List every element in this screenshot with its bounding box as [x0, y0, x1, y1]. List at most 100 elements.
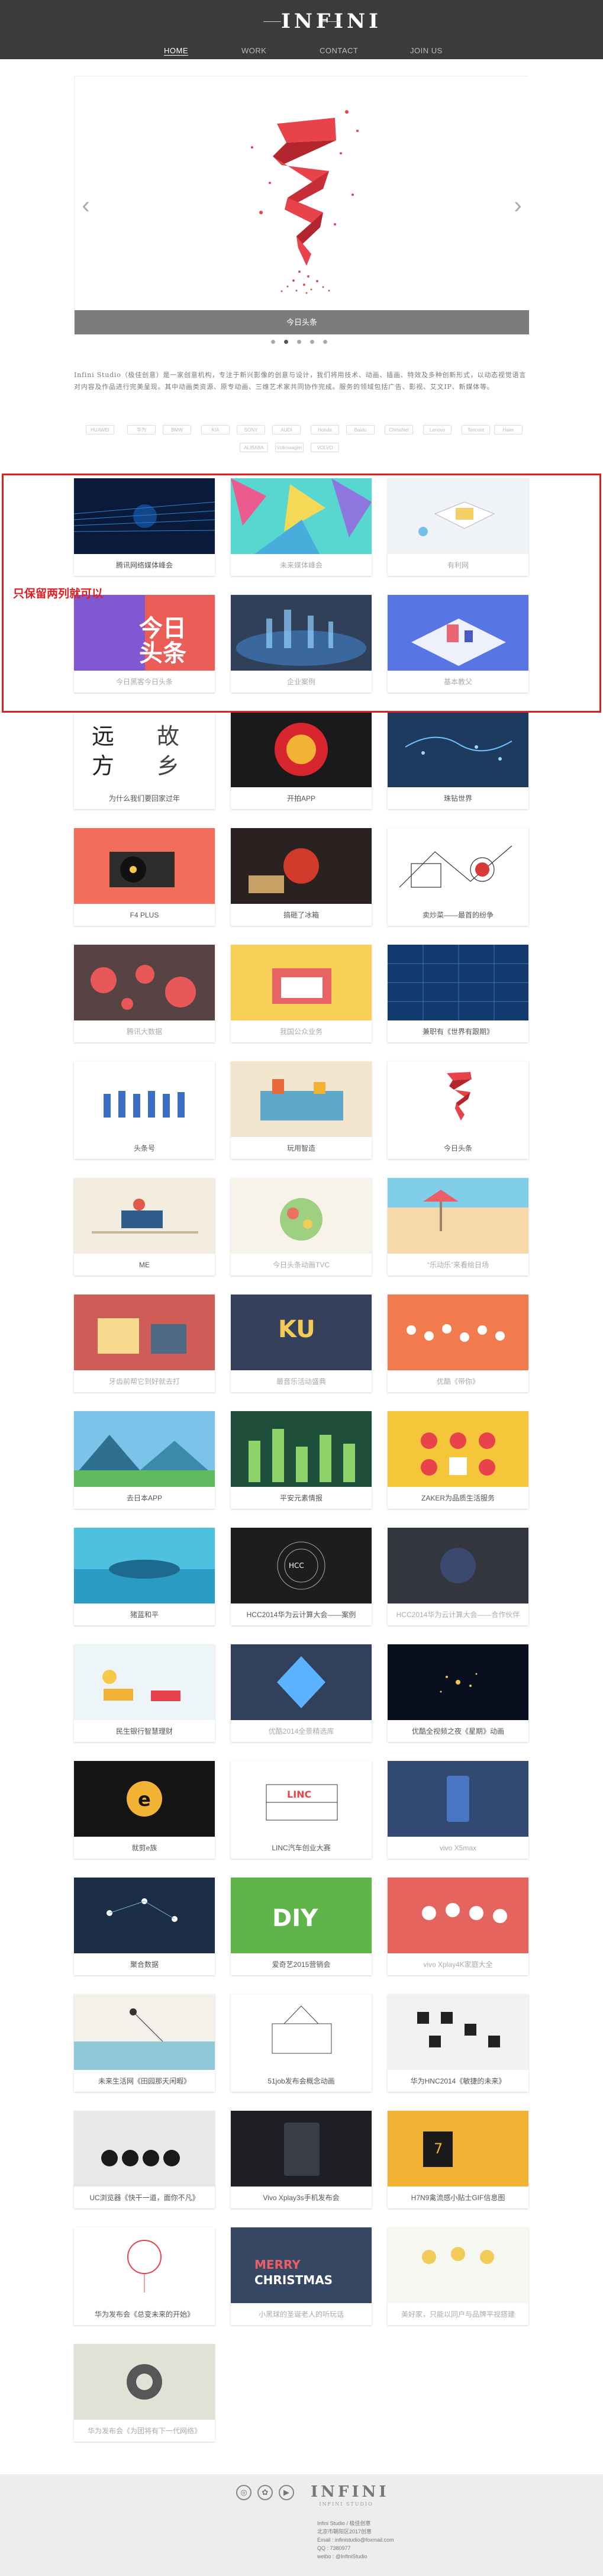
work-title[interactable]: 牙齿前帮它到好就去打	[74, 1374, 215, 1389]
work-item[interactable]: vivo Xplay4K家庭大全	[388, 1878, 528, 1975]
work-title[interactable]: 玩用智造	[231, 1141, 372, 1155]
work-item[interactable]: “乐动乐”来看绘日场	[388, 1178, 528, 1276]
work-thumbnail[interactable]	[388, 1178, 528, 1254]
work-thumbnail[interactable]	[231, 2111, 372, 2187]
work-item[interactable]: 基本教父	[388, 595, 528, 693]
work-item[interactable]: 华为HNC2014《敏捷的未来》	[388, 1994, 528, 2092]
work-item[interactable]: 珠钻世界	[388, 711, 528, 809]
work-thumbnail[interactable]	[74, 1644, 215, 1720]
work-thumbnail[interactable]	[388, 1644, 528, 1720]
work-title[interactable]: 猪蓝和平	[74, 1608, 215, 1622]
work-title[interactable]: UC浏览器《快干一道，面你不凡》	[74, 2191, 215, 2205]
work-title[interactable]: 兼职有《世界有跟期》	[388, 1025, 528, 1039]
work-item[interactable]: 优酷2014全景精选库	[231, 1644, 372, 1742]
work-thumbnail[interactable]: e	[74, 1761, 215, 1837]
work-item[interactable]: LINC LINC汽车创业大赛	[231, 1761, 372, 1859]
work-thumbnail[interactable]	[74, 2344, 215, 2420]
work-thumbnail[interactable]	[231, 1061, 372, 1137]
work-item[interactable]: HCC HCC2014华为云计算大会——案例	[231, 1528, 372, 1625]
work-thumbnail[interactable]	[74, 478, 215, 554]
work-title[interactable]: 珠钻世界	[388, 791, 528, 806]
work-title[interactable]: 开拍APP	[231, 791, 372, 806]
nav-home[interactable]: HOME	[164, 46, 188, 56]
work-item[interactable]: 平安元素情报	[231, 1411, 372, 1509]
work-item[interactable]: KU 最音乐活动盛典	[231, 1295, 372, 1392]
slider-dot[interactable]	[323, 340, 327, 344]
work-item[interactable]: 腾讯网络媒体峰会	[74, 478, 215, 576]
work-item[interactable]: 今日头条动画TVC	[231, 1178, 372, 1276]
work-item[interactable]: 企业案例	[231, 595, 372, 693]
work-thumbnail[interactable]: 7	[388, 2111, 528, 2187]
work-thumbnail[interactable]	[74, 1411, 215, 1487]
work-thumbnail[interactable]	[388, 595, 528, 671]
work-thumbnail[interactable]	[231, 945, 372, 1020]
work-title[interactable]: 今日头条动画TVC	[231, 1258, 372, 1272]
work-item[interactable]: F4 PLUS	[74, 828, 215, 926]
work-thumbnail[interactable]	[231, 595, 372, 671]
work-title[interactable]: 华为发布会《为团将有下一代网络》	[74, 2424, 215, 2438]
work-thumbnail[interactable]	[388, 478, 528, 554]
work-item[interactable]: ME	[74, 1178, 215, 1276]
nav-join-us[interactable]: JOIN US	[410, 46, 443, 55]
work-item[interactable]: 今日头条	[388, 1061, 528, 1159]
work-thumbnail[interactable]	[74, 828, 215, 904]
work-title[interactable]: 华为发布会《总变未来的开始》	[74, 2307, 215, 2321]
work-thumbnail[interactable]	[388, 828, 528, 904]
slider-next-arrow-icon[interactable]: ›	[511, 191, 524, 220]
work-item[interactable]: 腾讯大数据	[74, 945, 215, 1042]
slider-dot[interactable]	[310, 340, 314, 344]
work-title[interactable]: 最音乐活动盛典	[231, 1374, 372, 1389]
site-logo[interactable]: INFINI	[263, 6, 378, 39]
work-title[interactable]: 小黑球的圣诞老人的听玩话	[231, 2307, 372, 2321]
work-item[interactable]: 远方 故乡为什么我们要回家过年	[74, 711, 215, 809]
work-item[interactable]: 搞砸了冰箱	[231, 828, 372, 926]
work-title[interactable]: 为什么我们要回家过年	[74, 791, 215, 806]
work-item[interactable]: 去日本APP	[74, 1411, 215, 1509]
work-thumbnail[interactable]	[231, 1644, 372, 1720]
slider-prev-arrow-icon[interactable]: ‹	[79, 191, 92, 220]
work-item[interactable]: UC浏览器《快干一道，面你不凡》	[74, 2111, 215, 2208]
work-title[interactable]: 今日黑客今日头条	[74, 675, 215, 689]
work-title[interactable]: 卖炒菜——最首的纷争	[388, 908, 528, 922]
nav-contact[interactable]: CONTACT	[320, 46, 358, 55]
work-item[interactable]: 开拍APP	[231, 711, 372, 809]
work-title[interactable]: 就剪e族	[74, 1841, 215, 1855]
work-title[interactable]: 未来生活网《田园那天闲暇》	[74, 2074, 215, 2088]
work-title[interactable]: 有利网	[388, 558, 528, 572]
work-title[interactable]: HCC2014华为云计算大会——案例	[231, 1608, 372, 1622]
work-thumbnail[interactable]	[388, 711, 528, 787]
work-thumbnail[interactable]	[388, 1295, 528, 1370]
work-thumbnail[interactable]	[74, 945, 215, 1020]
work-title[interactable]: “乐动乐”来看绘日场	[388, 1258, 528, 1272]
work-item[interactable]: 兼职有《世界有跟期》	[388, 945, 528, 1042]
work-title[interactable]: 腾讯大数据	[74, 1025, 215, 1039]
work-item[interactable]: 我国公众业务	[231, 945, 372, 1042]
work-title[interactable]: HCC2014华为云计算大会——合作伙伴	[388, 1608, 528, 1622]
work-item[interactable]: 头条号	[74, 1061, 215, 1159]
work-title[interactable]: 优酷2014全景精选库	[231, 1724, 372, 1738]
work-title[interactable]: F4 PLUS	[74, 908, 215, 922]
work-thumbnail[interactable]: 远方 故乡	[74, 711, 215, 787]
work-thumbnail[interactable]	[388, 1761, 528, 1837]
work-thumbnail[interactable]	[231, 1994, 372, 2070]
wechat-icon[interactable]: ✿	[257, 2485, 273, 2500]
work-item[interactable]: HCC2014华为云计算大会——合作伙伴	[388, 1528, 528, 1625]
weibo-icon[interactable]: ◎	[236, 2485, 251, 2500]
work-title[interactable]: 民生银行智慧理财	[74, 1724, 215, 1738]
work-title[interactable]: 我国公众业务	[231, 1025, 372, 1039]
work-item[interactable]: 7 H7N9禽流感小贴士GIF信息图	[388, 2111, 528, 2208]
work-item[interactable]: ZAKER为品质生活服务	[388, 1411, 528, 1509]
work-title[interactable]: 美好家，只能以同户与品牌平视搭建	[388, 2307, 528, 2321]
work-item[interactable]: 猪蓝和平	[74, 1528, 215, 1625]
work-item[interactable]: 玩用智造	[231, 1061, 372, 1159]
work-title[interactable]: Vivo Xplay3s手机发布会	[231, 2191, 372, 2205]
work-item[interactable]: 华为发布会《为团将有下一代网络》	[74, 2344, 215, 2442]
work-title[interactable]: 优酷《带你》	[388, 1374, 528, 1389]
work-thumbnail[interactable]	[231, 1178, 372, 1254]
work-title[interactable]: 今日头条	[388, 1141, 528, 1155]
work-item[interactable]: 未来生活网《田园那天闲暇》	[74, 1994, 215, 2092]
work-thumbnail[interactable]	[74, 1878, 215, 1953]
work-thumbnail[interactable]	[231, 828, 372, 904]
work-title[interactable]: 平安元素情报	[231, 1491, 372, 1505]
slider-dot[interactable]	[297, 340, 301, 344]
